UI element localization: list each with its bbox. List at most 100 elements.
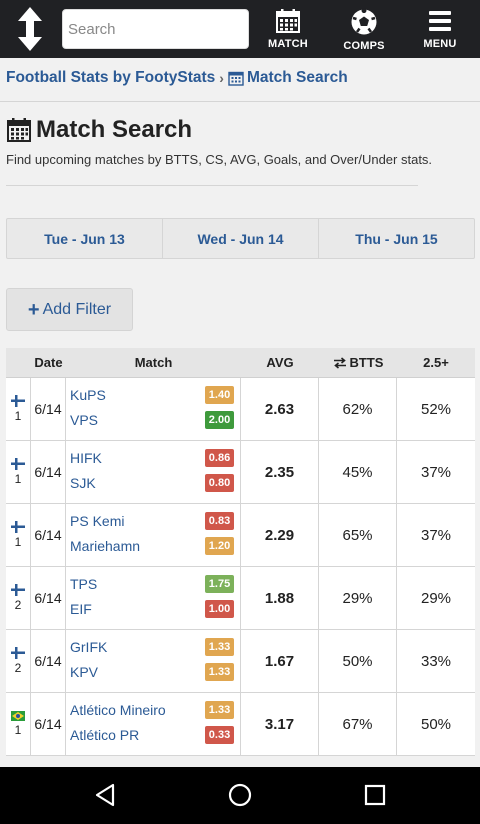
- home-ppg-badge: 1.75: [205, 575, 234, 593]
- table-row[interactable]: 1 6/14 PS Kemi Mariehamn 0.83 1.20 2.29 65% 37%: [6, 504, 475, 567]
- calendar-icon: [228, 71, 244, 86]
- sort-arrows-button[interactable]: [0, 0, 60, 58]
- home-team-link[interactable]: PS Kemi: [70, 513, 124, 529]
- avg-cell: 2.63: [241, 378, 319, 440]
- day-tab-thu[interactable]: Thu - Jun 15: [319, 219, 474, 258]
- home-team-link[interactable]: GrIFK: [70, 639, 107, 655]
- home-team-link[interactable]: KuPS: [70, 387, 106, 403]
- competition-cell[interactable]: 2: [6, 630, 31, 692]
- table-row[interactable]: 1 6/14 Atlético Mineiro Atlético PR 1.33 0.33…: [6, 693, 475, 756]
- add-filter-label: Add Filter: [42, 300, 112, 318]
- add-filter-button[interactable]: + Add Filter: [6, 288, 133, 331]
- away-team-link[interactable]: KPV: [70, 664, 98, 680]
- over25-cell: 33%: [420, 652, 452, 670]
- day-tabs: Tue - Jun 13 Wed - Jun 14 Thu - Jun 15: [6, 218, 475, 259]
- home-ppg-badge: 1.33: [205, 701, 234, 719]
- match-cell: HIFK SJK 0.86 0.80: [66, 441, 241, 503]
- away-team-link[interactable]: Mariehamn: [70, 538, 140, 554]
- breadcrumb-current-link[interactable]: Match Search: [247, 69, 348, 87]
- away-ppg-badge: 1.00: [205, 600, 234, 618]
- header-date[interactable]: Date: [31, 348, 66, 378]
- hamburger-menu-icon: [429, 11, 451, 31]
- table-row[interactable]: 1 6/14 HIFK SJK 0.86 0.80 2.35 45% 37%: [6, 441, 475, 504]
- calendar-icon: [276, 9, 300, 33]
- btts-cell: 62%: [319, 378, 397, 440]
- btts-cell: 29%: [319, 567, 397, 629]
- match-table: Date Match AVG BTTS 2.5+ 1 6/14 KuPS VPS 1.4…: [6, 348, 475, 756]
- header-over25[interactable]: 2.5+: [397, 348, 475, 378]
- competition-cell[interactable]: 1: [6, 504, 31, 566]
- over25-cell: 29%: [420, 589, 452, 607]
- avg-cell: 2.35: [241, 441, 319, 503]
- home-icon[interactable]: [228, 783, 252, 807]
- soccer-ball-icon: [351, 8, 377, 35]
- divider: [6, 185, 418, 186]
- home-team-link[interactable]: TPS: [70, 576, 97, 592]
- avg-cell: 3.17: [241, 693, 319, 755]
- table-row[interactable]: 1 6/14 KuPS VPS 1.40 2.00 2.63 62% 52%: [6, 378, 475, 441]
- avg-cell: 1.88: [241, 567, 319, 629]
- away-team-link[interactable]: EIF: [70, 601, 92, 617]
- match-cell: KuPS VPS 1.40 2.00: [66, 378, 241, 440]
- table-row[interactable]: 2 6/14 TPS EIF 1.75 1.00 1.88 29% 29%: [6, 567, 475, 630]
- table-row[interactable]: 2 6/14 GrIFK KPV 1.33 1.33 1.67 50% 33%: [6, 630, 475, 693]
- day-tab-tue[interactable]: Tue - Jun 13: [7, 219, 163, 258]
- competition-cell[interactable]: 1: [6, 441, 31, 503]
- match-nav-button[interactable]: MATCH: [250, 0, 326, 58]
- away-ppg-badge: 0.80: [205, 474, 234, 492]
- avg-cell: 1.67: [241, 630, 319, 692]
- home-ppg-badge: 1.33: [205, 638, 234, 656]
- over25-cell: 37%: [420, 463, 452, 481]
- calendar-icon: [7, 118, 31, 142]
- competition-cell[interactable]: 1: [6, 693, 31, 755]
- page-title: Match Search: [6, 116, 192, 144]
- back-icon[interactable]: [94, 783, 116, 807]
- finland-flag-icon: [11, 584, 25, 596]
- finland-flag-icon: [11, 521, 25, 533]
- away-team-link[interactable]: SJK: [70, 475, 96, 491]
- date-cell: 6/14: [31, 378, 66, 440]
- btts-cell: 67%: [319, 693, 397, 755]
- recents-icon[interactable]: [364, 783, 386, 807]
- day-tab-wed[interactable]: Wed - Jun 14: [163, 219, 319, 258]
- home-team-link[interactable]: Atlético Mineiro: [70, 702, 166, 718]
- breadcrumb: Football Stats by FootyStats › Match Sea…: [6, 69, 348, 87]
- top-bar: MATCH COMPS MENU: [0, 0, 480, 58]
- over25-cell: 50%: [420, 715, 452, 733]
- division-number: 2: [14, 598, 22, 612]
- search-input[interactable]: [62, 9, 249, 49]
- up-down-arrow-icon: [18, 7, 42, 51]
- away-ppg-badge: 1.20: [205, 537, 234, 555]
- header-match[interactable]: Match: [66, 348, 241, 378]
- avg-cell: 2.29: [241, 504, 319, 566]
- match-cell: TPS EIF 1.75 1.00: [66, 567, 241, 629]
- home-ppg-badge: 0.86: [205, 449, 234, 467]
- away-team-link[interactable]: VPS: [70, 412, 98, 428]
- competition-cell[interactable]: 2: [6, 567, 31, 629]
- match-cell: Atlético Mineiro Atlético PR 1.33 0.33: [66, 693, 241, 755]
- plus-icon: +: [27, 298, 40, 321]
- finland-flag-icon: [11, 647, 25, 659]
- finland-flag-icon: [11, 458, 25, 470]
- breadcrumb-home-link[interactable]: Football Stats by FootyStats: [6, 69, 215, 87]
- over25-cell: 52%: [420, 400, 452, 418]
- btts-cell: 50%: [319, 630, 397, 692]
- date-cell: 6/14: [31, 504, 66, 566]
- header-btts-label: BTTS: [349, 355, 384, 370]
- menu-nav-button[interactable]: MENU: [402, 0, 478, 58]
- date-cell: 6/14: [31, 441, 66, 503]
- division-number: 2: [14, 661, 22, 675]
- away-ppg-badge: 2.00: [205, 411, 234, 429]
- btts-cell: 65%: [319, 504, 397, 566]
- header-avg[interactable]: AVG: [241, 348, 319, 378]
- division-number: 1: [14, 535, 22, 549]
- android-nav-bar: [0, 767, 480, 824]
- table-header: Date Match AVG BTTS 2.5+: [6, 348, 475, 378]
- away-team-link[interactable]: Atlético PR: [70, 727, 139, 743]
- division-number: 1: [14, 409, 22, 423]
- comps-nav-button[interactable]: COMPS: [326, 0, 402, 58]
- finland-flag-icon: [11, 395, 25, 407]
- header-btts[interactable]: BTTS: [319, 348, 397, 378]
- competition-cell[interactable]: 1: [6, 378, 31, 440]
- home-team-link[interactable]: HIFK: [70, 450, 102, 466]
